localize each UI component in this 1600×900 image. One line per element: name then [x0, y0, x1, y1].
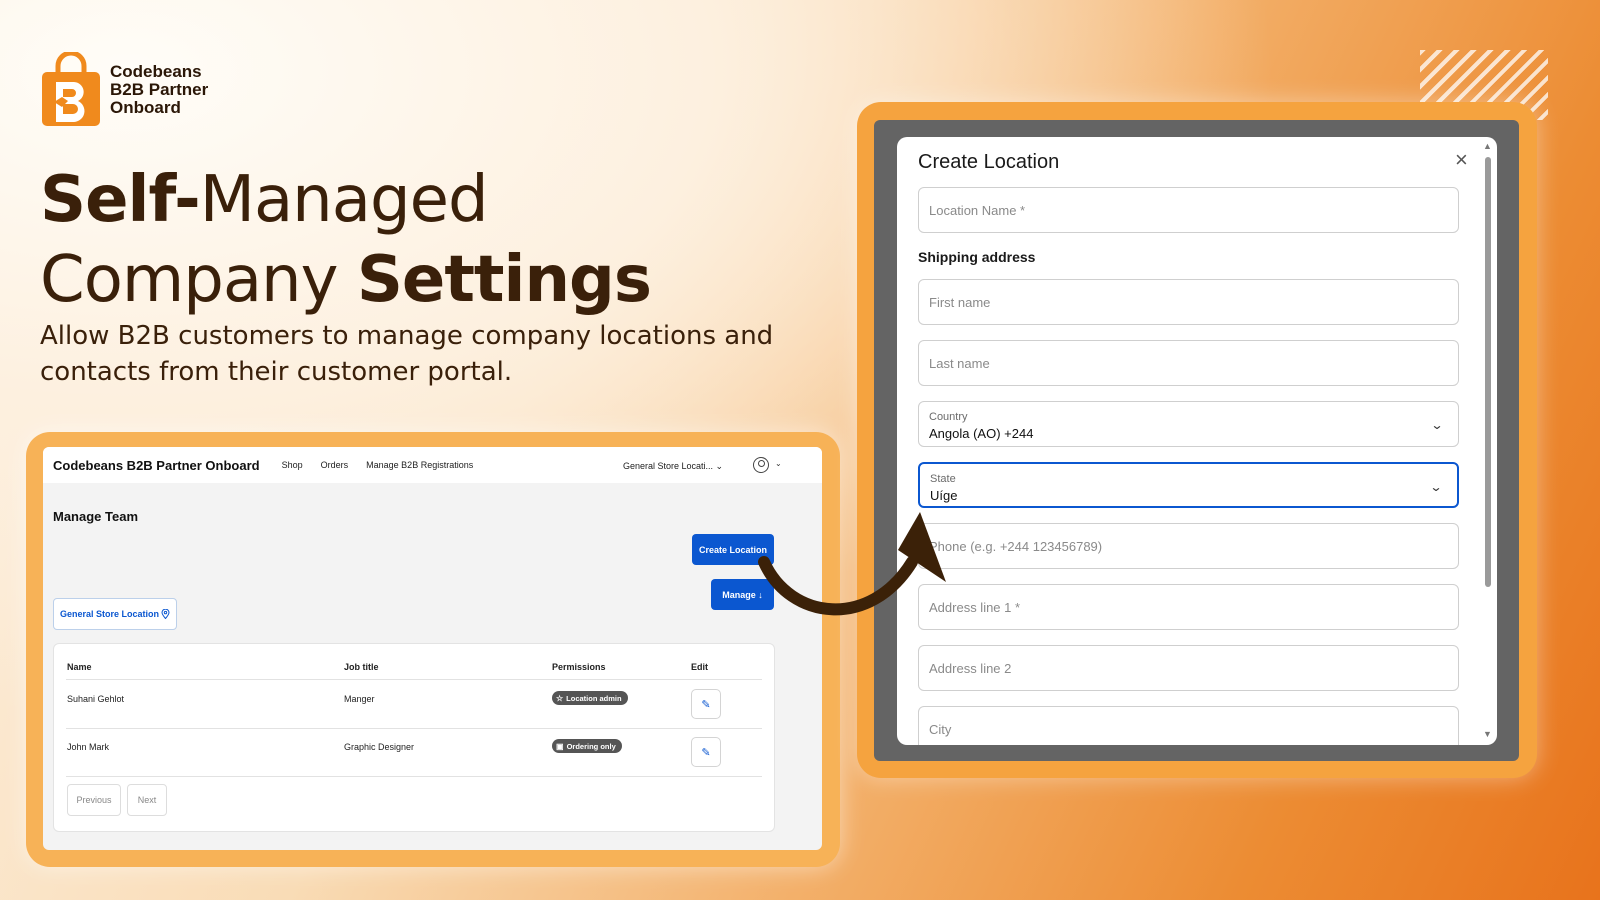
hero-bold: Self- [40, 163, 201, 237]
permission-badge: ☆ Location admin [552, 691, 628, 705]
pencil-icon: ✎ [701, 698, 711, 711]
permission-label: Location admin [566, 693, 622, 703]
row-divider [66, 728, 762, 729]
location-pill[interactable]: General Store Location [53, 598, 177, 630]
placeholder: Address line 2 [929, 661, 1012, 676]
brand-name-line: B2B Partner [110, 80, 209, 99]
curved-arrow-icon [758, 512, 946, 616]
create-location-modal: Create Location × Location Name * Shippi… [897, 137, 1497, 745]
brand-name-line: Codebeans [110, 62, 202, 81]
city-field[interactable]: City [918, 706, 1459, 745]
location-pin-icon [161, 609, 170, 619]
hero-subtitle: Allow B2B customers to manage company lo… [40, 321, 774, 387]
close-icon[interactable]: × [1455, 147, 1468, 173]
store-location-selector[interactable]: General Store Locati... ⌄ [623, 461, 723, 472]
hero-bold: Settings [356, 243, 652, 317]
bag-icon: ▣ [556, 741, 564, 751]
nav-manage-registrations[interactable]: Manage B2B Registrations [366, 460, 473, 470]
brand-name-line: Onboard [110, 98, 181, 117]
hero-line-1: Self-Managed [40, 160, 651, 240]
customer-portal-window: Codebeans B2B Partner Onboard Shop Order… [43, 447, 822, 850]
shipping-address-heading: Shipping address [918, 249, 1036, 265]
permission-badge: ▣ Ordering only [552, 739, 622, 753]
permission-label: Ordering only [566, 741, 616, 751]
row-divider [66, 679, 762, 680]
hero-heading: Self-Managed Company Settings [40, 160, 652, 320]
column-header-job-title: Job title [344, 662, 379, 672]
hero-line-2: Company Settings [40, 240, 652, 320]
field-value: Angola (AO) +244 [929, 426, 1034, 441]
next-button[interactable]: Next [127, 784, 167, 816]
first-name-field[interactable]: First name [918, 279, 1459, 325]
shopping-bag-logo-icon [40, 50, 102, 128]
hero-regular: Company [40, 243, 357, 317]
chevron-down-icon: ⌄ [1430, 418, 1444, 432]
placeholder: Last name [929, 356, 990, 371]
brand-logo: Codebeans B2B Partner Onboard [40, 50, 220, 128]
column-header-name: Name [67, 662, 92, 672]
column-header-permissions: Permissions [552, 662, 606, 672]
star-icon: ☆ [556, 693, 564, 703]
scroll-thumb[interactable] [1485, 157, 1491, 587]
field-label: Country [929, 411, 968, 423]
scroll-down-icon[interactable]: ▼ [1483, 729, 1492, 739]
address-line-2-field[interactable]: Address line 2 [918, 645, 1459, 691]
hero-regular: Managed [199, 163, 489, 237]
brand-name: Codebeans B2B Partner Onboard [110, 63, 220, 117]
phone-field[interactable]: Phone (e.g. +244 123456789) [918, 523, 1459, 569]
country-select[interactable]: Country Angola (AO) +244 ⌄ [918, 401, 1459, 447]
modal-scrollbar[interactable]: ▲ ▼ [1483, 141, 1492, 739]
account-icon[interactable] [753, 457, 769, 473]
chevron-down-icon[interactable]: ⌄ [775, 459, 782, 468]
address-line-1-field[interactable]: Address line 1 * [918, 584, 1459, 630]
nav-orders[interactable]: Orders [321, 460, 349, 470]
row-divider [66, 776, 762, 777]
last-name-field[interactable]: Last name [918, 340, 1459, 386]
placeholder: City [929, 722, 952, 737]
column-header-edit: Edit [691, 662, 708, 672]
team-table: Name Job title Permissions Edit Suhani G… [53, 643, 775, 832]
modal-title: Create Location [918, 151, 1060, 173]
state-select[interactable]: State Uíge ⌄ [918, 462, 1459, 508]
member-name: John Mark [67, 742, 110, 752]
scroll-up-icon[interactable]: ▲ [1483, 141, 1492, 151]
chevron-down-icon: ⌄ [1429, 480, 1443, 494]
placeholder: First name [929, 295, 991, 310]
page-title: Manage Team [53, 509, 139, 524]
member-job-title: Manger [344, 694, 375, 704]
placeholder: Location Name * [929, 203, 1026, 218]
member-job-title: Graphic Designer [344, 742, 415, 752]
portal-brand[interactable]: Codebeans B2B Partner Onboard [53, 458, 260, 473]
member-name: Suhani Gehlot [67, 694, 125, 704]
field-label: State [930, 473, 956, 485]
previous-button[interactable]: Previous [67, 784, 121, 816]
location-pill-label: General Store Location [59, 609, 160, 619]
edit-button[interactable]: ✎ [691, 737, 721, 767]
edit-button[interactable]: ✎ [691, 689, 721, 719]
pencil-icon: ✎ [701, 746, 711, 759]
location-name-field[interactable]: Location Name * [918, 187, 1459, 233]
nav-shop[interactable]: Shop [282, 460, 303, 470]
